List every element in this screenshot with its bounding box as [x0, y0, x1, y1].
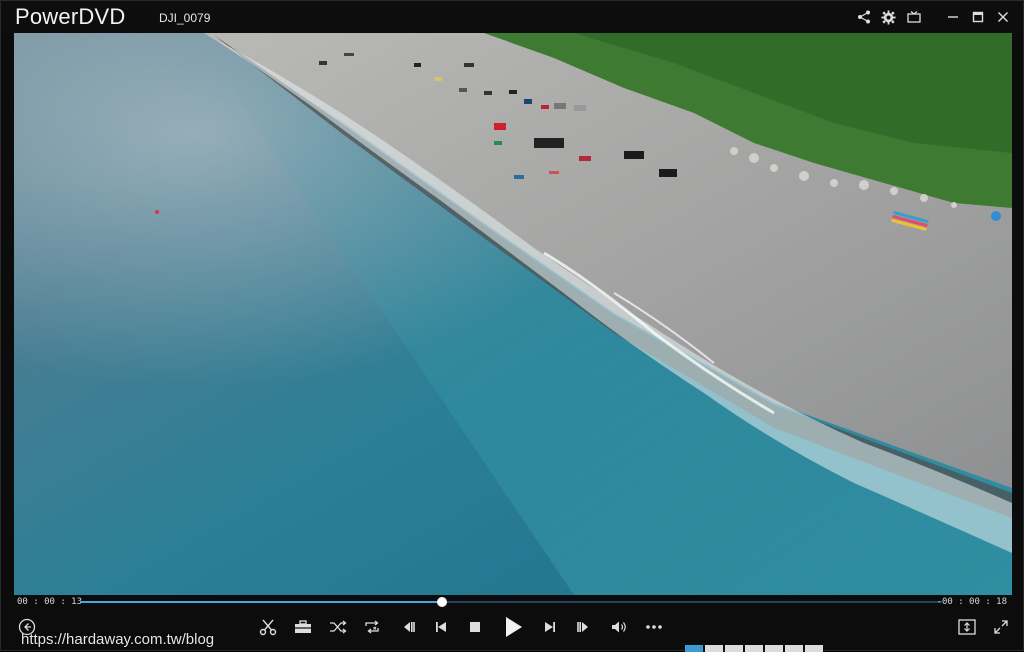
- video-frame[interactable]: [14, 33, 1012, 595]
- fullscreen-toggle-icon[interactable]: [955, 615, 979, 639]
- mini-mode-icon[interactable]: [901, 7, 926, 27]
- elapsed-time: 00 : 00 : 13: [17, 597, 83, 607]
- toolbox-icon[interactable]: [291, 615, 315, 639]
- minimize-icon[interactable]: [940, 7, 965, 27]
- repeat-icon[interactable]: [360, 615, 384, 639]
- close-icon[interactable]: [990, 7, 1015, 27]
- more-icon[interactable]: [642, 615, 666, 639]
- player-window: PowerDVD DJI_0079 00: 00: 13 -00: 00 …: [0, 0, 1024, 652]
- share-icon[interactable]: [851, 7, 876, 27]
- file-name: DJI_0079: [159, 11, 211, 25]
- watermark-text: https://hardaway.com.tw/blog: [21, 631, 215, 648]
- step-back-icon[interactable]: [395, 615, 419, 639]
- expand-icon[interactable]: [989, 615, 1013, 639]
- seek-progress: [80, 601, 443, 603]
- shuffle-icon[interactable]: [326, 615, 350, 639]
- gear-icon[interactable]: [876, 7, 901, 27]
- previous-icon[interactable]: [429, 615, 453, 639]
- stop-icon[interactable]: [463, 615, 487, 639]
- remaining-time: -00 : 00 : 18: [936, 597, 1007, 607]
- volume-icon[interactable]: [608, 615, 632, 639]
- seek-thumb[interactable]: [437, 597, 448, 607]
- scissors-icon[interactable]: [256, 615, 280, 639]
- title-bar[interactable]: PowerDVD DJI_0079: [1, 1, 1023, 33]
- next-icon[interactable]: [538, 615, 562, 639]
- maximize-icon[interactable]: [965, 7, 990, 27]
- app-title: PowerDVD: [15, 4, 126, 29]
- step-forward-icon[interactable]: [573, 615, 597, 639]
- play-icon[interactable]: [501, 615, 525, 639]
- seek-bar[interactable]: [80, 597, 942, 607]
- title-bar-controls: [851, 7, 1015, 27]
